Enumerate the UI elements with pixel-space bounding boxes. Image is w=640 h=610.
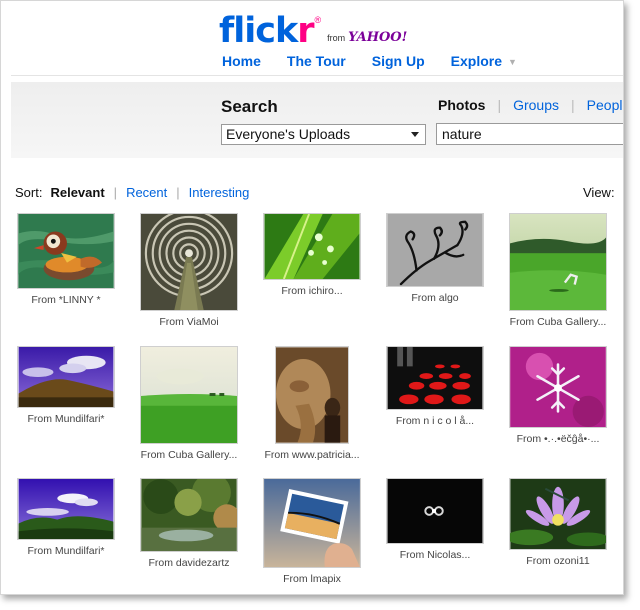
search-input[interactable] bbox=[436, 123, 623, 145]
photo-thumbnail[interactable] bbox=[509, 213, 607, 311]
sort-relevant[interactable]: Relevant bbox=[50, 185, 104, 200]
flickr-logo[interactable]: flick r ® from YAHOO! bbox=[219, 9, 407, 49]
photo-result: From ichiro... bbox=[253, 213, 371, 297]
sort-separator: | bbox=[113, 185, 118, 200]
logo-wordmark: flick bbox=[219, 11, 298, 51]
photo-result: From •.·.•ëčĝå•·... bbox=[499, 346, 617, 445]
photo-thumbnail[interactable] bbox=[17, 478, 115, 540]
tab-groups[interactable]: Groups bbox=[513, 97, 559, 113]
photo-caption[interactable]: From davidezartz bbox=[130, 557, 248, 569]
sort-bar: Sort: Relevant | Recent | Interesting bbox=[15, 185, 249, 200]
tab-people[interactable]: People bbox=[587, 97, 623, 113]
photo-thumbnail[interactable] bbox=[386, 213, 484, 287]
search-scope-select[interactable]: Everyone's Uploads bbox=[221, 124, 426, 145]
photo-result: From algo bbox=[376, 213, 494, 304]
photo-result: From ViaMoi bbox=[130, 213, 248, 328]
photo-thumbnail[interactable] bbox=[386, 346, 484, 410]
photo-caption[interactable]: From Mundilfari* bbox=[7, 413, 125, 425]
photo-caption[interactable]: From n i c o l å... bbox=[376, 415, 494, 427]
photo-caption[interactable]: From •.·.•ëčĝå•·... bbox=[499, 433, 617, 445]
main-nav: Home The Tour Sign Up Explore ▼ bbox=[222, 53, 517, 69]
photo-caption[interactable]: From Cuba Gallery... bbox=[499, 316, 617, 328]
photo-result: From *LINNY * bbox=[7, 213, 125, 306]
tab-photos[interactable]: Photos bbox=[438, 97, 485, 113]
search-scope-value: Everyone's Uploads bbox=[226, 126, 351, 142]
photo-thumbnail[interactable] bbox=[140, 346, 238, 444]
nav-signup-link[interactable]: Sign Up bbox=[372, 53, 425, 69]
photo-thumbnail[interactable] bbox=[263, 213, 361, 280]
nav-explore-link[interactable]: Explore bbox=[451, 53, 502, 69]
photo-caption[interactable]: From Mundilfari* bbox=[7, 545, 125, 557]
sort-interesting[interactable]: Interesting bbox=[189, 185, 250, 200]
dropdown-arrow-icon bbox=[411, 132, 419, 137]
photo-caption[interactable]: From Nicolas... bbox=[376, 549, 494, 561]
photo-thumbnail[interactable] bbox=[140, 213, 238, 311]
photo-thumbnail[interactable] bbox=[275, 346, 349, 444]
nav-tour-link[interactable]: The Tour bbox=[287, 53, 346, 69]
photo-result: From davidezartz bbox=[130, 478, 248, 569]
photo-result: From Nicolas... bbox=[376, 478, 494, 561]
yahoo-logo: YAHOO! bbox=[348, 30, 408, 45]
view-label: View: bbox=[583, 185, 615, 200]
photo-caption[interactable]: From ViaMoi bbox=[130, 316, 248, 328]
sort-separator: | bbox=[176, 185, 180, 200]
photo-caption[interactable]: From www.patricia... bbox=[253, 449, 371, 461]
tab-separator: | bbox=[497, 97, 502, 113]
photo-caption[interactable]: From ozoni11 bbox=[499, 555, 617, 567]
photo-result: From Cuba Gallery... bbox=[130, 346, 248, 461]
photo-result: From Mundilfari* bbox=[7, 346, 125, 425]
photo-thumbnail[interactable] bbox=[17, 213, 115, 289]
nav-home-link[interactable]: Home bbox=[222, 53, 261, 69]
photo-thumbnail[interactable] bbox=[509, 478, 607, 550]
header-divider bbox=[11, 75, 623, 76]
photo-caption[interactable]: From ichiro... bbox=[253, 285, 371, 297]
sort-label: Sort: bbox=[15, 185, 43, 200]
photo-result: From Cuba Gallery... bbox=[499, 213, 617, 328]
search-type-tabs: Photos | Groups | People bbox=[438, 97, 623, 113]
logo-from-text: from bbox=[327, 33, 346, 43]
photo-caption[interactable]: From *LINNY * bbox=[7, 294, 125, 306]
photo-thumbnail[interactable] bbox=[509, 346, 607, 428]
search-panel bbox=[11, 82, 623, 158]
search-heading: Search bbox=[221, 97, 278, 116]
explore-chevron-down-icon[interactable]: ▼ bbox=[508, 57, 517, 73]
logo-registered-mark: ® bbox=[314, 15, 322, 25]
photo-thumbnail[interactable] bbox=[17, 346, 115, 408]
photo-result: From Mundilfari* bbox=[7, 478, 125, 557]
photo-thumbnail[interactable] bbox=[263, 478, 361, 568]
browser-page: flick r ® from YAHOO! Home The Tour Sign U… bbox=[0, 0, 624, 595]
photo-result: From www.patricia... bbox=[253, 346, 371, 461]
photo-result: From n i c o l å... bbox=[376, 346, 494, 427]
photo-caption[interactable]: From algo bbox=[376, 292, 494, 304]
tab-separator: | bbox=[571, 97, 575, 113]
sort-recent[interactable]: Recent bbox=[126, 185, 167, 200]
photo-caption[interactable]: From lmapix bbox=[253, 573, 371, 585]
photo-result: From ozoni11 bbox=[499, 478, 617, 567]
photo-thumbnail[interactable] bbox=[140, 478, 238, 552]
photo-caption[interactable]: From Cuba Gallery... bbox=[130, 449, 248, 461]
logo-wordmark-r: r bbox=[297, 11, 314, 51]
photo-result: From lmapix bbox=[253, 478, 371, 585]
photo-thumbnail[interactable] bbox=[386, 478, 484, 544]
